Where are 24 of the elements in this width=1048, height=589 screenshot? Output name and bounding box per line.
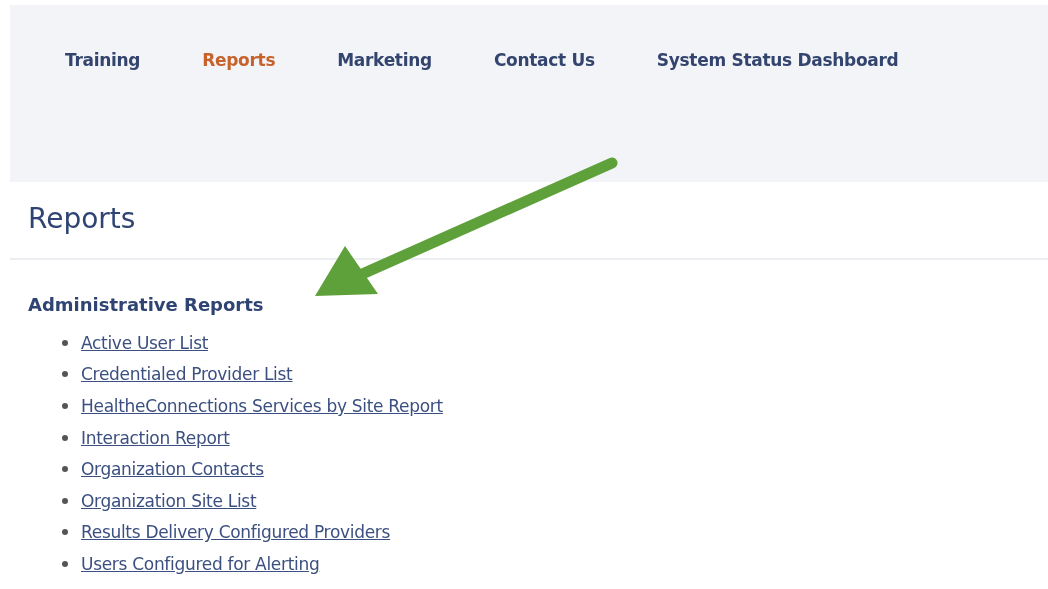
page-title: Reports xyxy=(28,202,137,237)
report-link[interactable]: Results Delivery Configured Providers xyxy=(81,522,391,543)
bullet-icon xyxy=(62,434,68,441)
bullet-icon xyxy=(62,497,68,504)
report-link[interactable]: Active User List xyxy=(81,332,209,353)
nav-link[interactable]: Contact Us xyxy=(493,50,595,70)
bullet-icon xyxy=(62,403,68,409)
report-link[interactable]: Credentialed Provider List xyxy=(81,364,293,385)
section-heading: Administrative Reports xyxy=(28,294,265,315)
report-link[interactable]: Organization Contacts xyxy=(81,459,264,480)
nav-link[interactable]: Reports xyxy=(202,50,276,70)
bullet-icon xyxy=(62,560,68,567)
bullet-icon xyxy=(62,466,68,473)
arrow-icon xyxy=(315,157,618,296)
bullet-icon xyxy=(62,339,68,346)
report-link[interactable]: Interaction Report xyxy=(81,427,230,448)
report-link[interactable]: Users Configured for Alerting xyxy=(81,553,320,574)
report-link[interactable]: Organization Site List xyxy=(81,490,257,511)
nav-link[interactable]: Marketing xyxy=(337,50,432,70)
report-link[interactable]: HealtheConnections Services by Site Report xyxy=(81,396,443,416)
nav-link[interactable]: System Status Dashboard xyxy=(656,50,899,70)
bullet-icon xyxy=(62,371,68,378)
bullet-icon xyxy=(62,529,68,536)
nav-link[interactable]: Training xyxy=(65,50,141,70)
